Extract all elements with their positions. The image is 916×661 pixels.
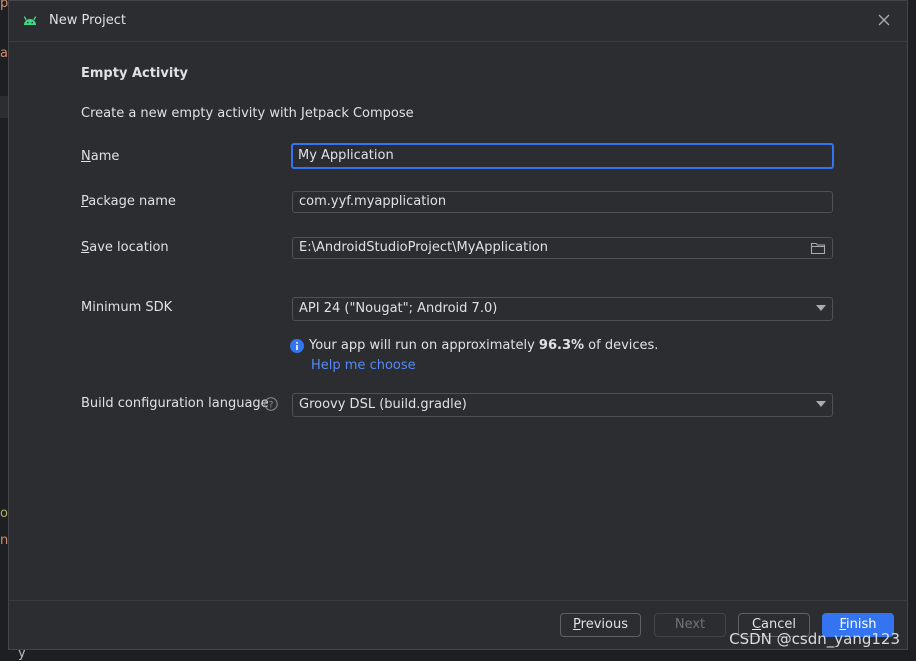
package-name-label: Package name [81,194,176,209]
template-description: Create a new empty activity with Jetpack… [81,106,414,121]
build-config-language-label: Build configuration language [81,396,269,411]
build-config-language-select[interactable]: Groovy DSL (build.gradle) [292,393,833,417]
package-name-input[interactable]: com.yyf.myapplication [292,191,833,213]
background-toolbar-strip [0,96,8,118]
background-char: n [0,533,9,548]
info-prefix: Your app will run on approximately [309,338,539,353]
package-name-value: com.yyf.myapplication [299,194,447,209]
minimum-sdk-select[interactable]: API 24 ("Nougat"; Android 7.0) [292,297,833,321]
coverage-percent: 96.3% [538,338,585,353]
mnemonic: N [81,149,91,164]
save-location-input[interactable]: E:\AndroidStudioProject\MyApplication [292,237,833,259]
svg-text:?: ? [269,400,274,410]
dialog-titlebar: New Project [9,1,907,42]
template-heading: Empty Activity [81,66,189,81]
help-me-choose-link[interactable]: Help me choose [311,358,416,373]
minimum-sdk-label: Minimum SDK [81,300,173,315]
button-label: revious [580,617,628,632]
name-value: My Application [298,148,394,163]
name-label: Name [81,149,119,164]
chevron-down-icon [816,305,826,311]
next-button[interactable]: Next [654,613,726,637]
folder-icon[interactable] [810,241,826,255]
close-icon[interactable] [875,11,893,29]
dialog-title: New Project [49,13,126,28]
mnemonic: P [573,617,581,632]
background-char: o [0,506,8,521]
name-input[interactable]: My Application [291,143,834,169]
info-icon [290,339,304,353]
save-location-value: E:\AndroidStudioProject\MyApplication [299,240,549,255]
csdn-watermark: CSDN @csdn_yang123 [729,630,900,648]
label-text: ackage name [88,194,176,209]
build-config-language-value: Groovy DSL (build.gradle) [299,397,467,412]
android-logo-icon [23,16,37,25]
previous-button[interactable]: Previous [560,613,641,637]
background-char: a [0,46,8,61]
question-icon[interactable]: ? [264,397,278,411]
chevron-down-icon [816,401,826,407]
save-location-label: Save location [81,240,169,255]
label-text: ame [90,149,120,164]
info-suffix: of devices. [584,338,659,353]
new-project-dialog: New Project Empty Activity Create a new … [8,0,908,650]
label-text: ave location [89,240,169,255]
minimum-sdk-value: API 24 ("Nougat"; Android 7.0) [299,301,498,316]
